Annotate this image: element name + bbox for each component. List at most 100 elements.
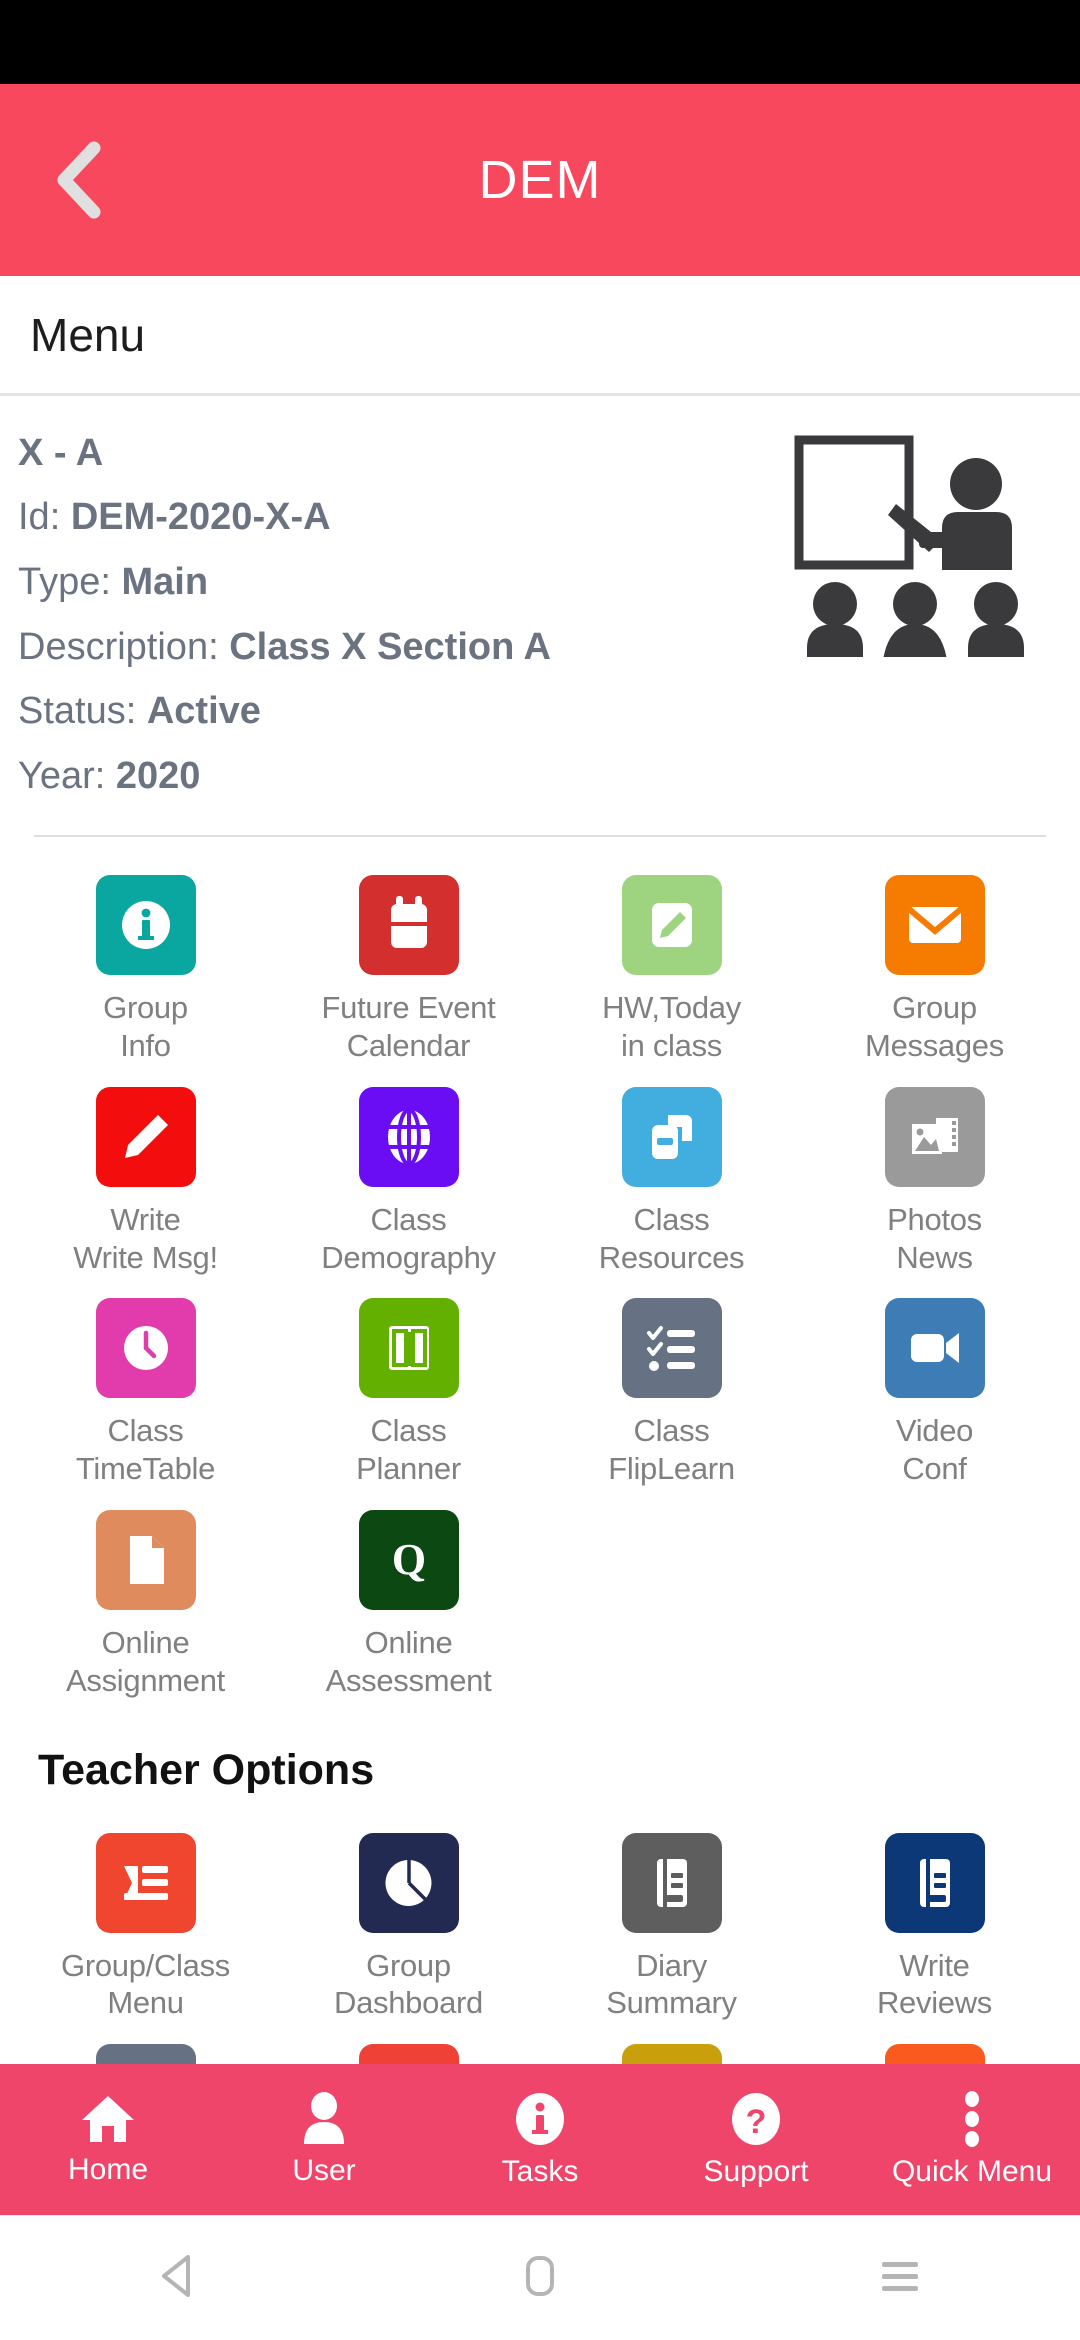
clock-icon <box>95 1298 196 1399</box>
app-root: DEM Menu X - A Id: DEM-2020-X-A Type: Ma… <box>0 0 1080 2340</box>
android-back-icon <box>158 2253 202 2304</box>
gift-icon <box>884 2044 985 2064</box>
tile-label: Diary Summary <box>606 1947 737 2021</box>
chevron-left-icon <box>50 140 110 220</box>
tile-label: Online Assessment <box>325 1625 492 1698</box>
book-gray-icon <box>621 1832 722 1933</box>
tile-label: Class TimeTable <box>75 1413 216 1487</box>
tile-class-planner[interactable]: Class Planner <box>277 1290 540 1488</box>
class-name: X - A <box>18 432 104 474</box>
teacher-options-heading: Teacher Options <box>38 1745 375 1794</box>
tile-online-assessment[interactable]: Q Online Assessment <box>277 1502 540 1700</box>
tile-partial-checklist[interactable] <box>14 2036 277 2064</box>
nav-item-label: Support <box>703 2154 809 2188</box>
tile-label: HW,Today in class <box>602 990 741 1063</box>
nav-item-support[interactable]: ? Support <box>648 2091 864 2189</box>
indent-list-icon <box>95 1832 196 1933</box>
vertical-dots-icon <box>962 2090 982 2147</box>
pencil-icon <box>95 1086 196 1187</box>
tile-label: Future Event Calendar <box>321 990 496 1063</box>
bottom-navigation-bar: Home User Tasks ? Support Quick Menu <box>0 2064 1080 2215</box>
android-home-icon <box>523 2254 557 2303</box>
app-header: DEM <box>0 84 1080 276</box>
info-label: Year: <box>18 755 106 798</box>
tile-class-timetable[interactable]: Class TimeTable <box>14 1290 277 1488</box>
nav-item-home[interactable]: Home <box>0 2093 216 2187</box>
nav-item-tasks[interactable]: Tasks <box>432 2091 648 2189</box>
check-box-icon <box>358 2044 459 2064</box>
tile-label: Group Dashboard <box>334 1947 483 2021</box>
tile-label: Group/Class Menu <box>61 1947 230 2021</box>
nav-item-label: Home <box>67 2152 149 2186</box>
tile-group-messages[interactable]: Group Messages <box>803 867 1066 1065</box>
info-label: Id: <box>18 496 61 538</box>
tile-class-fliplearn[interactable]: Class FlipLearn <box>540 1290 803 1488</box>
photos-icon <box>884 1086 985 1187</box>
svg-text:Q: Q <box>391 1535 425 1584</box>
nav-item-user[interactable]: User <box>216 2091 432 2188</box>
menu-strip-label: Menu <box>30 308 146 361</box>
tile-group-dashboard[interactable]: Group Dashboard <box>277 1825 540 2023</box>
tile-hw-today-in-class[interactable]: HW,Today in class <box>540 867 803 1065</box>
pie-chart-icon <box>358 1832 459 1933</box>
info-row-status: Status: Active <box>18 689 551 734</box>
info-value: Active <box>146 690 261 733</box>
tile-future-event-calendar[interactable]: Future Event Calendar <box>277 867 540 1065</box>
tile-video-conf[interactable]: Video Conf <box>803 1290 1066 1488</box>
svg-text:?: ? <box>746 2103 767 2141</box>
globe-icon <box>358 1086 459 1187</box>
home-icon <box>79 2093 137 2145</box>
video-camera-icon <box>884 1298 985 1399</box>
tile-write-reviews[interactable]: Write Reviews <box>803 1825 1066 2023</box>
user-icon <box>300 2091 348 2146</box>
checklist-icon <box>95 2044 196 2064</box>
info-label: Type: <box>18 560 111 603</box>
info-value: Main <box>121 560 209 603</box>
nav-item-quick-menu[interactable]: Quick Menu <box>864 2090 1080 2189</box>
status-bar <box>0 0 1080 84</box>
document-icon <box>95 1510 196 1611</box>
info-label: Status: <box>18 690 137 733</box>
android-back-button[interactable] <box>100 2228 260 2328</box>
android-recents-icon <box>877 2257 923 2300</box>
copy-stack-icon <box>621 1086 722 1187</box>
tile-diary-summary[interactable]: Diary Summary <box>540 1825 803 2023</box>
tile-label: Write Reviews <box>876 1947 993 2021</box>
tile-label: Class Resources <box>598 1201 745 1275</box>
tile-online-assignment[interactable]: Online Assignment <box>14 1502 277 1700</box>
scroll-content[interactable]: X - A Id: DEM-2020-X-A Type: Main Descri… <box>0 396 1080 2064</box>
info-row-type: Type: Main <box>18 560 551 605</box>
tile-partial-stethoscope[interactable] <box>540 2036 803 2064</box>
classroom-teacher-illustration <box>791 424 1046 662</box>
pencil-note-icon <box>621 875 722 976</box>
class-info-card: X - A Id: DEM-2020-X-A Type: Main Descri… <box>0 396 1080 819</box>
tile-partial-gift[interactable] <box>803 2036 1066 2064</box>
question-circle-icon: ? <box>730 2091 782 2147</box>
tile-label: Class Planner <box>356 1413 461 1487</box>
back-button[interactable] <box>20 120 140 240</box>
info-circle-icon <box>514 2091 566 2147</box>
info-row-year: Year: 2020 <box>18 754 551 799</box>
info-row-id: Id: DEM-2020-X-A <box>18 495 551 540</box>
info-row-description: Description: Class X Section A <box>18 625 551 670</box>
tile-label: Video Conf <box>895 1413 974 1487</box>
info-label: Description: <box>18 625 219 668</box>
tile-write-msg[interactable]: Write Write Msg! <box>14 1079 277 1277</box>
android-home-button[interactable] <box>460 2228 620 2328</box>
tile-group-info[interactable]: Group Info <box>14 867 277 1065</box>
nav-item-label: Quick Menu <box>891 2154 1053 2188</box>
android-recents-button[interactable] <box>820 2228 980 2328</box>
tile-label: Online Assignment <box>66 1625 225 1698</box>
letter-q-icon: Q <box>358 1510 459 1611</box>
tile-label: Write Write Msg! <box>73 1201 218 1275</box>
class-info-lines: X - A Id: DEM-2020-X-A Type: Main Descri… <box>18 424 551 819</box>
info-value: DEM-2020-X-A <box>70 496 331 538</box>
tile-partial-checkbox[interactable] <box>277 2036 540 2064</box>
menu-strip[interactable]: Menu <box>0 276 1080 396</box>
tile-label: Group Messages <box>865 990 1004 1063</box>
tile-class-demography[interactable]: Class Demography <box>277 1079 540 1277</box>
tile-photos-news[interactable]: Photos News <box>803 1079 1066 1277</box>
tile-class-resources[interactable]: Class Resources <box>540 1079 803 1277</box>
tile-group-class-menu[interactable]: Group/Class Menu <box>14 1825 277 2023</box>
tile-label: Group Info <box>103 990 188 1063</box>
